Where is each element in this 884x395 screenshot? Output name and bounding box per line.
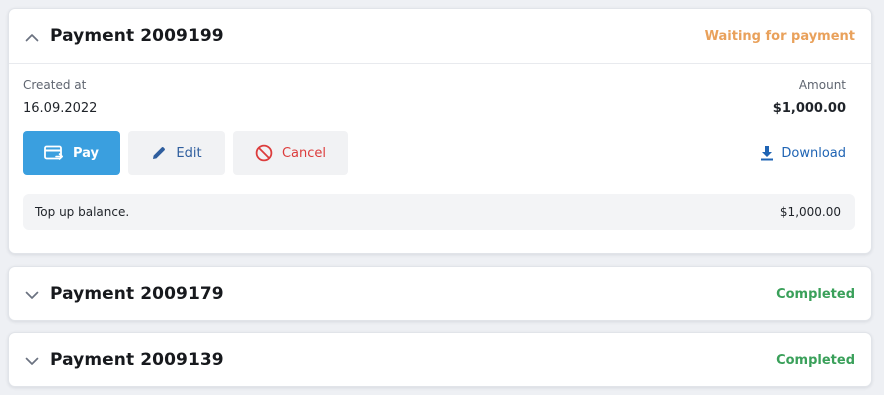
status-badge: Completed <box>776 352 855 368</box>
chevron-down-icon[interactable] <box>23 352 41 370</box>
download-icon <box>760 145 774 161</box>
meta-row: Created at 16.09.2022 Amount $1,000.00 <box>23 78 855 116</box>
payment-card: Payment 2009139 Completed <box>8 332 872 387</box>
payment-card: Payment 2009199 Waiting for payment Crea… <box>8 8 872 254</box>
created-at-label: Created at <box>23 78 87 92</box>
cancel-button[interactable]: Cancel <box>233 131 348 175</box>
payment-card-header[interactable]: Payment 2009139 Completed <box>9 333 871 387</box>
payment-card: Payment 2009179 Completed <box>8 266 872 321</box>
line-item: Top up balance. $1,000.00 <box>23 194 855 230</box>
payment-title: Payment 2009199 <box>50 26 224 46</box>
pay-label: Pay <box>72 145 100 161</box>
payment-details: Created at 16.09.2022 Amount $1,000.00 P… <box>9 64 871 255</box>
cancel-circle-icon <box>255 144 273 162</box>
credit-card-icon <box>44 145 64 161</box>
pay-button[interactable]: Pay <box>23 131 120 175</box>
payment-card-header[interactable]: Payment 2009199 Waiting for payment <box>9 9 871 63</box>
download-button[interactable]: Download <box>760 131 846 175</box>
payment-title: Payment 2009179 <box>50 284 224 304</box>
edit-button[interactable]: Edit <box>128 131 225 175</box>
chevron-down-icon[interactable] <box>23 286 41 304</box>
created-at-value: 16.09.2022 <box>23 101 98 116</box>
created-at-group: Created at 16.09.2022 <box>23 78 97 116</box>
line-item-amount: $1,000.00 <box>779 205 841 219</box>
amount-value: $1,000.00 <box>772 101 846 116</box>
pencil-icon <box>151 145 167 161</box>
cancel-label: Cancel <box>281 145 327 161</box>
amount-group: Amount $1,000.00 <box>773 78 855 116</box>
edit-label: Edit <box>176 145 202 161</box>
amount-label: Amount <box>798 78 846 92</box>
chevron-up-icon[interactable] <box>23 28 41 46</box>
payment-card-header[interactable]: Payment 2009179 Completed <box>9 267 871 321</box>
action-bar: Pay Edit Cancel Download <box>23 131 855 175</box>
download-label: Download <box>781 145 846 161</box>
line-item-description: Top up balance. <box>35 205 130 219</box>
payment-title: Payment 2009139 <box>50 350 224 370</box>
status-badge: Completed <box>776 286 855 302</box>
status-badge: Waiting for payment <box>704 28 855 44</box>
